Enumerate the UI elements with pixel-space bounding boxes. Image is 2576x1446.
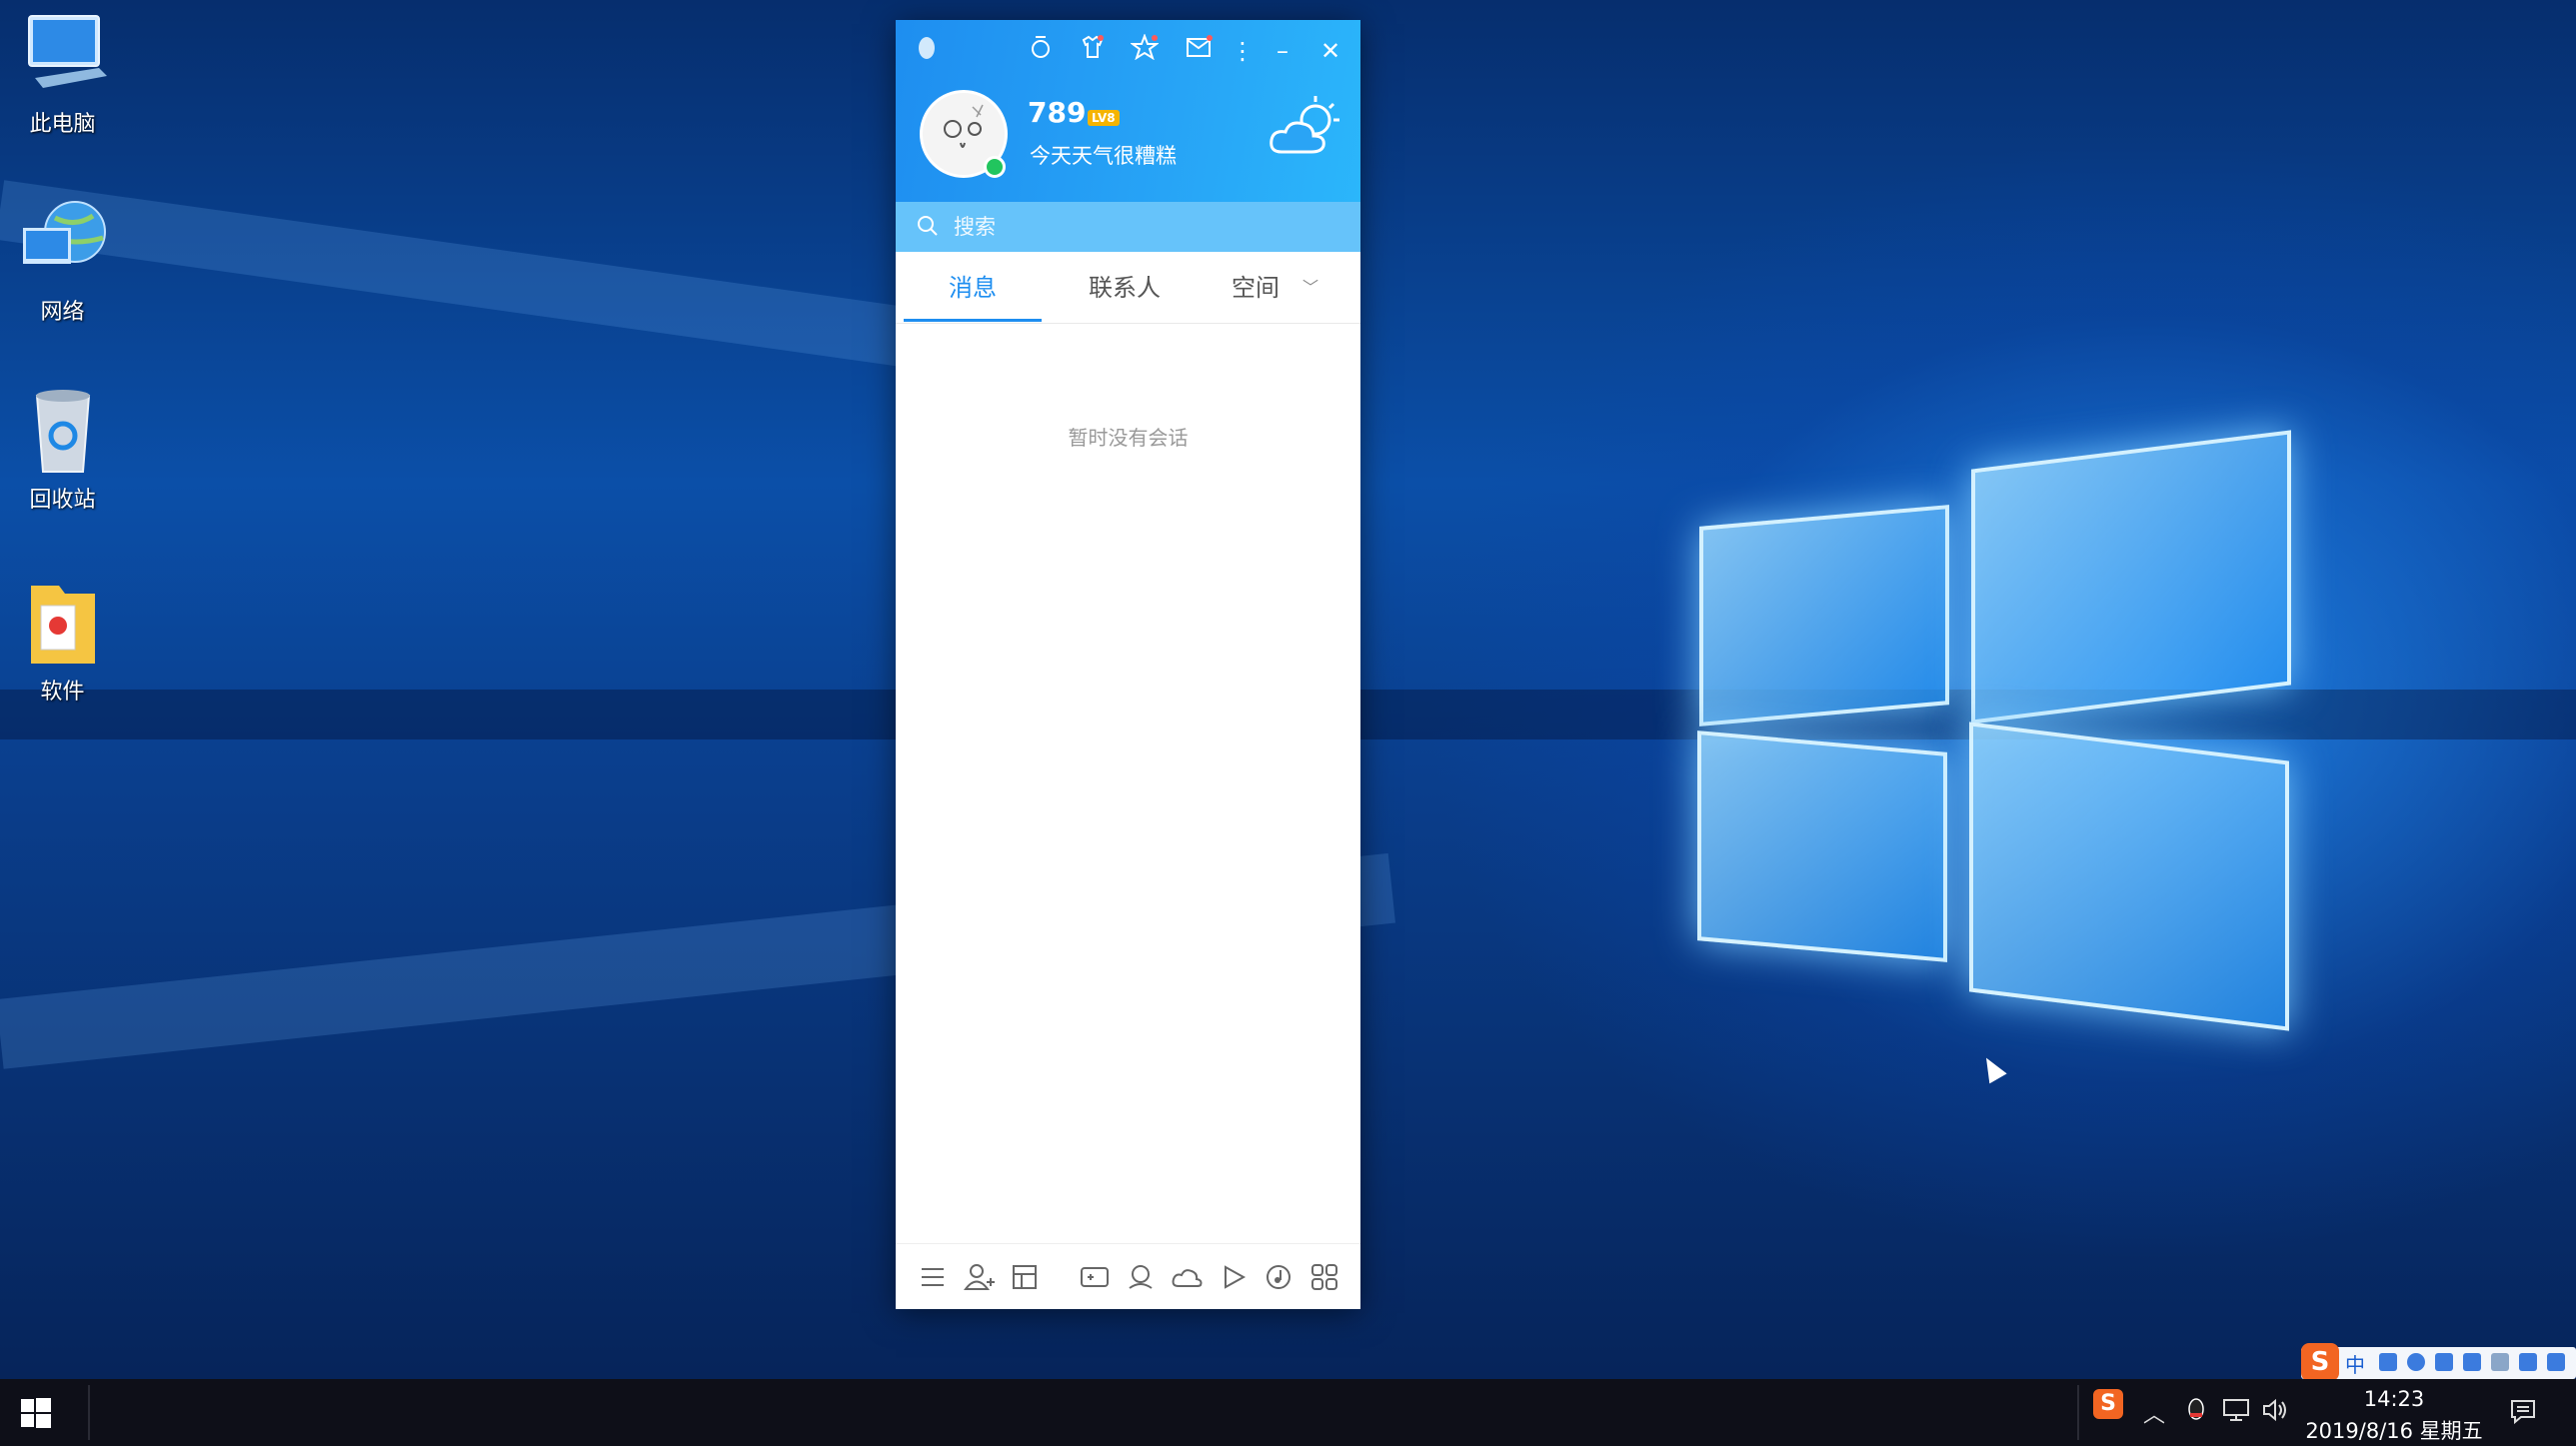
- bottom-toolbar: [896, 1243, 1360, 1309]
- menu-icon[interactable]: [916, 1260, 950, 1294]
- desktop-icon-label: 此电脑: [29, 112, 96, 137]
- clock-date[interactable]: 2019/8/16 星期五: [2299, 1415, 2489, 1445]
- desktop-icon-software-folder[interactable]: 软件: [10, 578, 115, 706]
- active-tab-indicator: [904, 319, 1042, 322]
- desktop-icon-network[interactable]: 网络: [10, 198, 115, 326]
- qq-main-window: ⋮ – ✕ 789 LV8 今天天气很糟糕 消: [896, 20, 1360, 1309]
- empty-conversation-message: 暂时没有会话: [1068, 426, 1189, 450]
- shirt-icon[interactable]: [1076, 34, 1110, 68]
- main-tabs: 消息 联系人 空间 ﹀: [896, 252, 1360, 324]
- tab-messages[interactable]: 消息: [904, 252, 1042, 324]
- ime-toolbar: S 中: [2301, 1343, 2576, 1381]
- tab-qzone[interactable]: 空间: [1206, 252, 1305, 324]
- search-icon: [916, 214, 940, 238]
- taskbar-divider: [88, 1385, 90, 1440]
- mouse-cursor: [1977, 1052, 2007, 1084]
- desktop-icon-label: 网络: [40, 300, 85, 325]
- sogou-tray-icon[interactable]: S: [2093, 1389, 2123, 1419]
- groups-icon[interactable]: [1008, 1260, 1042, 1294]
- penguin-icon[interactable]: [910, 34, 944, 68]
- computer-icon: [15, 10, 111, 100]
- volume-icon[interactable]: [2261, 1397, 2289, 1429]
- recycle-bin-icon: [15, 386, 111, 476]
- add-friend-icon[interactable]: [962, 1260, 996, 1294]
- chevron-down-icon[interactable]: ﹀: [1295, 252, 1325, 324]
- windows-logo-wallpaper: [1689, 430, 2309, 1031]
- minimize-icon[interactable]: –: [1266, 34, 1299, 68]
- sogou-ime-icon[interactable]: S: [2301, 1343, 2339, 1381]
- search-bar: [896, 202, 1360, 252]
- desktop-icon-label: 回收站: [29, 488, 96, 513]
- signature[interactable]: 今天天气很糟糕: [1030, 140, 1177, 170]
- medal-icon[interactable]: [1024, 34, 1058, 68]
- desktop-icon-this-pc[interactable]: 此电脑: [10, 10, 115, 138]
- tab-contacts[interactable]: 联系人: [1056, 252, 1194, 324]
- search-input[interactable]: [954, 210, 1333, 244]
- start-button[interactable]: [20, 1397, 52, 1429]
- keyboard-icon[interactable]: [2463, 1353, 2481, 1371]
- qq-tray-icon[interactable]: [2185, 1397, 2207, 1429]
- skin-icon[interactable]: [2519, 1353, 2537, 1371]
- nickname: 789: [1028, 96, 1087, 129]
- punctuation-icon[interactable]: [2379, 1353, 2397, 1371]
- desktop-icon-label: 软件: [40, 680, 85, 705]
- chevron-up-icon[interactable]: ︿: [2143, 1397, 2165, 1429]
- star-icon[interactable]: [1128, 33, 1162, 68]
- toolbox-icon[interactable]: [2547, 1353, 2565, 1371]
- notification-center-icon[interactable]: [2509, 1397, 2537, 1431]
- taskbar: S ︿ 14:23 2019/8/16 星期五: [0, 1379, 2576, 1446]
- game-icon[interactable]: [1078, 1260, 1112, 1294]
- network-tray-icon[interactable]: [2221, 1397, 2251, 1429]
- qq-header: ⋮ – ✕ 789 LV8 今天天气很糟糕: [896, 20, 1360, 202]
- mail-icon[interactable]: [1182, 34, 1216, 68]
- desktop-icon-recycle-bin[interactable]: 回收站: [10, 386, 115, 514]
- folder-icon: [15, 578, 111, 668]
- level-badge: LV8: [1088, 110, 1120, 126]
- cloud-sun-icon[interactable]: [1266, 92, 1345, 162]
- network-icon: [15, 198, 111, 288]
- music-icon[interactable]: [1262, 1260, 1295, 1294]
- clock-time[interactable]: 14:23: [2339, 1387, 2449, 1411]
- windows-start-icon: [21, 1398, 51, 1428]
- emoji-icon[interactable]: [2407, 1353, 2425, 1371]
- microphone-icon[interactable]: [2435, 1353, 2453, 1371]
- weiyun-icon[interactable]: [1124, 1260, 1158, 1294]
- video-icon[interactable]: [1216, 1260, 1250, 1294]
- close-icon[interactable]: ✕: [1313, 34, 1347, 68]
- apps-icon[interactable]: [1307, 1260, 1341, 1294]
- ime-mode-toggle[interactable]: 中: [2345, 1349, 2365, 1378]
- more-icon[interactable]: ⋮: [1226, 34, 1260, 68]
- online-status-dot: [984, 156, 1006, 178]
- cloud-icon[interactable]: [1170, 1260, 1204, 1294]
- taskbar-divider: [2077, 1385, 2079, 1440]
- user-icon[interactable]: [2491, 1353, 2509, 1371]
